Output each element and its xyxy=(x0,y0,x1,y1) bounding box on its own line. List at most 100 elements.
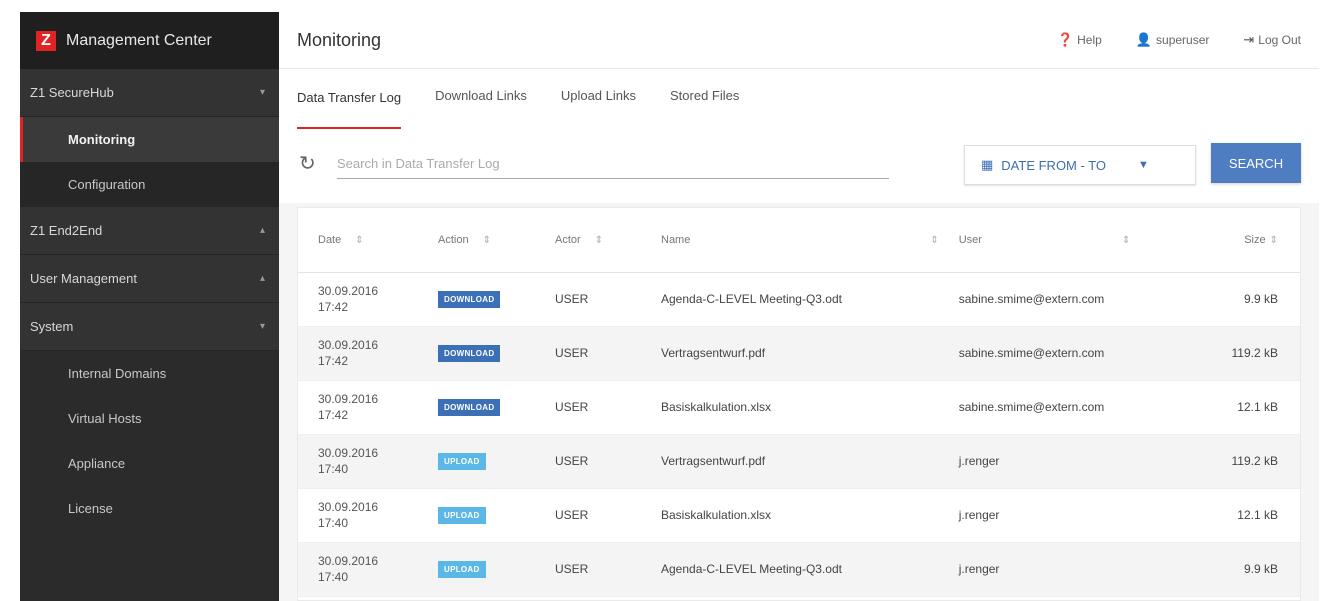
sidebar-section-user-management[interactable]: User Management ▴ xyxy=(20,255,279,303)
actor-cell: USER xyxy=(535,326,641,381)
action-cell: DOWNLOAD xyxy=(418,272,535,327)
column-header-date[interactable]: Date ⇕ xyxy=(298,208,418,273)
table-row[interactable]: 30.09.2016 17:42 DOWNLOAD USER Vertragsentwu… xyxy=(298,326,1300,381)
time-value: 17:40 xyxy=(318,516,349,530)
sidebar-section-label: Z1 End2End xyxy=(30,223,103,238)
tab-upload-links[interactable]: Upload Links xyxy=(561,88,636,129)
table-row[interactable]: 30.09.2016 17:40 UPLOAD USER Vertragsentwurf… xyxy=(298,434,1300,489)
date-value: 30.09.2016 xyxy=(318,284,379,298)
table-row[interactable]: 30.09.2016 17:40 UPLOAD USER Basiskalkulatio… xyxy=(298,488,1300,543)
sidebar-item-label: License xyxy=(68,501,113,516)
time-value: 17:42 xyxy=(318,354,349,368)
action-cell: DOWNLOAD xyxy=(418,380,535,435)
column-header-action[interactable]: Action ⇕ xyxy=(418,208,535,273)
sidebar-header: Z Management Center xyxy=(20,12,279,69)
search-input[interactable] xyxy=(337,149,889,179)
app-window: Z Management Center Z1 SecureHub ▾ Monit… xyxy=(0,0,1332,601)
size-cell: 9.9 kB xyxy=(1178,272,1300,327)
size-cell: 12.1 kB xyxy=(1178,380,1300,435)
action-cell: DOWNLOAD xyxy=(418,326,535,381)
column-header-name[interactable]: Name ⇕ xyxy=(641,208,939,273)
table-row[interactable]: 30.09.2016 17:42 DOWNLOAD USER Agenda-C-LEVE… xyxy=(298,272,1300,327)
size-cell: 119.2 kB xyxy=(1178,434,1300,489)
time-value: 17:40 xyxy=(318,570,349,584)
action-cell: UPLOAD xyxy=(418,488,535,543)
transfer-log-table: Date ⇕ Action ⇕ Actor ⇕ Name ⇕ User ⇕ Size ⇕ 3… xyxy=(297,207,1301,601)
tab-download-links[interactable]: Download Links xyxy=(435,88,527,129)
help-link[interactable]: ❓ Help xyxy=(1057,32,1102,48)
sidebar-item-configuration[interactable]: Configuration xyxy=(20,162,279,207)
top-actions: ❓ Help 👤 superuser ⇥ Log Out xyxy=(1057,32,1301,48)
date-range-dropdown[interactable]: ▦ DATE FROM - TO ▼ xyxy=(964,145,1196,185)
sort-icon: ⇕ xyxy=(482,234,491,246)
refresh-icon[interactable]: ↻ xyxy=(299,151,316,176)
sidebar-item-internal-domains[interactable]: Internal Domains xyxy=(20,351,279,396)
sidebar-section-label: Z1 SecureHub xyxy=(30,85,114,100)
chevron-down-icon: ▼ xyxy=(1138,159,1149,171)
sidebar-item-monitoring[interactable]: Monitoring xyxy=(20,117,279,162)
column-header-size[interactable]: Size ⇕ xyxy=(1178,208,1300,273)
date-cell: 30.09.2016 17:40 xyxy=(298,542,418,597)
name-cell: Vertragsentwurf.pdf xyxy=(641,434,939,489)
sidebar-section-label: System xyxy=(30,319,74,334)
name-cell: Agenda-C-LEVEL Meeting-Q3.odt xyxy=(641,272,939,327)
sort-icon: ⇕ xyxy=(1121,234,1131,246)
sidebar-item-label: Configuration xyxy=(68,177,146,192)
sidebar: Z Management Center Z1 SecureHub ▾ Monit… xyxy=(20,12,279,601)
sidebar-section-securehub[interactable]: Z1 SecureHub ▾ xyxy=(20,69,279,117)
date-value: 30.09.2016 xyxy=(318,446,379,460)
name-cell: Basiskalkulation.xlsx xyxy=(641,488,939,543)
sidebar-item-license[interactable]: License xyxy=(20,486,279,531)
chevron-down-icon: ▾ xyxy=(259,321,265,332)
user-icon: 👤 xyxy=(1135,32,1153,47)
user-label: superuser xyxy=(1156,33,1210,47)
time-value: 17:42 xyxy=(318,300,349,314)
date-cell: 30.09.2016 17:42 xyxy=(298,326,418,381)
search-button[interactable]: SEARCH xyxy=(1211,143,1301,183)
time-value: 17:40 xyxy=(318,462,349,476)
sidebar-item-label: Monitoring xyxy=(68,132,136,147)
date-value: 30.09.2016 xyxy=(318,392,379,406)
logout-link[interactable]: ⇥ Log Out xyxy=(1243,32,1301,48)
help-icon: ❓ xyxy=(1056,32,1074,47)
sidebar-item-appliance[interactable]: Appliance xyxy=(20,441,279,486)
app-logo-icon: Z xyxy=(36,30,56,51)
sidebar-section-end2end[interactable]: Z1 End2End ▴ xyxy=(20,207,279,255)
user-cell: j.renger xyxy=(938,542,1179,597)
actor-cell: USER xyxy=(535,542,641,597)
action-badge: DOWNLOAD xyxy=(438,290,501,308)
sidebar-item-label: Internal Domains xyxy=(68,366,167,381)
action-badge: DOWNLOAD xyxy=(438,344,501,362)
actor-cell: USER xyxy=(535,434,641,489)
name-cell: Agenda-C-LEVEL Meeting-Q3.odt xyxy=(641,542,939,597)
main-content: Monitoring ❓ Help 👤 superuser ⇥ Log Out Dat… xyxy=(279,12,1319,601)
user-menu[interactable]: 👤 superuser xyxy=(1136,32,1210,48)
table-row[interactable]: 30.09.2016 17:40 UPLOAD USER Agenda-C-LEVEL … xyxy=(298,542,1300,597)
date-cell: 30.09.2016 17:42 xyxy=(298,380,418,435)
date-value: 30.09.2016 xyxy=(318,554,379,568)
date-value: 30.09.2016 xyxy=(318,338,379,352)
help-label: Help xyxy=(1077,33,1102,47)
actor-cell: USER xyxy=(535,488,641,543)
user-cell: sabine.smime@extern.com xyxy=(938,326,1179,381)
date-cell: 30.09.2016 17:42 xyxy=(298,272,418,327)
date-cell: 30.09.2016 17:40 xyxy=(298,488,418,543)
name-cell: Vertragsentwurf.pdf xyxy=(641,326,939,381)
tab-data-transfer-log[interactable]: Data Transfer Log xyxy=(297,90,402,129)
tab-stored-files[interactable]: Stored Files xyxy=(670,88,739,129)
actor-cell: USER xyxy=(535,380,641,435)
sidebar-section-system[interactable]: System ▾ xyxy=(20,303,279,351)
app-title: Management Center xyxy=(66,31,212,49)
logout-label: Log Out xyxy=(1258,33,1301,47)
user-cell: sabine.smime@extern.com xyxy=(938,272,1179,327)
column-header-actor[interactable]: Actor ⇕ xyxy=(535,208,641,273)
date-value: 30.09.2016 xyxy=(318,500,379,514)
sort-icon: ⇕ xyxy=(594,234,604,246)
actor-cell: USER xyxy=(535,272,641,327)
sidebar-item-virtual-hosts[interactable]: Virtual Hosts xyxy=(20,396,279,441)
column-header-user[interactable]: User ⇕ xyxy=(938,208,1179,273)
user-cell: j.renger xyxy=(938,434,1179,489)
chevron-up-icon: ▴ xyxy=(259,273,265,284)
table-row[interactable]: 30.09.2016 17:42 DOWNLOAD USER Basiskalkulat… xyxy=(298,380,1300,435)
chevron-up-icon: ▴ xyxy=(259,225,265,236)
